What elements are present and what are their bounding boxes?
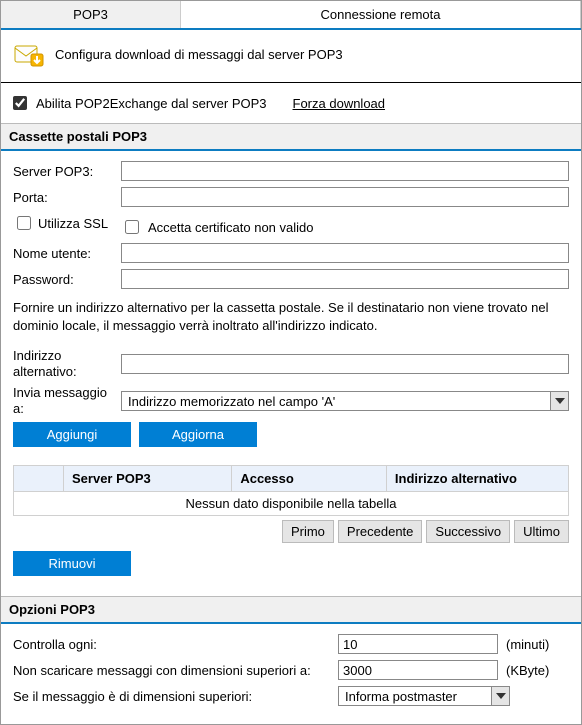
table-empty-message: Nessun dato disponibile nella tabella xyxy=(14,492,568,515)
max-size-input[interactable] xyxy=(338,660,498,680)
send-message-to-select[interactable]: Indirizzo memorizzato nel campo 'A' xyxy=(121,391,569,411)
accept-invalid-cert-label: Accetta certificato non valido xyxy=(148,220,313,235)
table-col-server[interactable]: Server POP3 xyxy=(64,466,232,491)
add-button[interactable]: Aggiungi xyxy=(13,422,131,447)
use-ssl-checkbox[interactable] xyxy=(17,216,31,230)
send-message-to-value: Indirizzo memorizzato nel campo 'A' xyxy=(122,392,550,410)
port-input[interactable] xyxy=(121,187,569,207)
max-size-unit: (KByte) xyxy=(498,663,558,678)
table-col-spacer xyxy=(14,466,64,491)
enable-pop2exchange-checkbox[interactable] xyxy=(13,96,27,110)
alt-address-label: Indirizzo alternativo: xyxy=(13,348,121,379)
pager-next-button[interactable]: Successivo xyxy=(426,520,510,543)
pager-first-button[interactable]: Primo xyxy=(282,520,334,543)
pager-last-button[interactable]: Ultimo xyxy=(514,520,569,543)
tab-pop3[interactable]: POP3 xyxy=(1,1,181,28)
password-input[interactable] xyxy=(121,269,569,289)
table-col-alt-address[interactable]: Indirizzo alternativo xyxy=(387,466,568,491)
options-section-header: Opzioni POP3 xyxy=(1,596,581,624)
pager-prev-button[interactable]: Precedente xyxy=(338,520,423,543)
username-input[interactable] xyxy=(121,243,569,263)
if-larger-value: Informa postmaster xyxy=(339,687,491,705)
accept-invalid-cert-checkbox[interactable] xyxy=(125,220,139,234)
alt-address-info: Fornire un indirizzo alternativo per la … xyxy=(13,299,569,334)
chevron-down-icon[interactable] xyxy=(550,392,568,410)
remove-button[interactable]: Rimuovi xyxy=(13,551,131,576)
check-every-label: Controlla ogni: xyxy=(13,637,338,652)
tab-remote-connection[interactable]: Connessione remota xyxy=(181,1,581,28)
server-pop3-label: Server POP3: xyxy=(13,164,121,179)
check-every-input[interactable] xyxy=(338,634,498,654)
max-size-label: Non scaricare messaggi con dimensioni su… xyxy=(13,663,338,678)
chevron-down-icon[interactable] xyxy=(491,687,509,705)
port-label: Porta: xyxy=(13,190,121,205)
page-title: Configura download di messaggi dal serve… xyxy=(55,47,343,62)
force-download-link[interactable]: Forza download xyxy=(293,96,386,111)
password-label: Password: xyxy=(13,272,121,287)
send-message-to-label: Invia messaggio a: xyxy=(13,385,121,416)
update-button[interactable]: Aggiorna xyxy=(139,422,257,447)
use-ssl-label: Utilizza SSL xyxy=(38,216,108,231)
mail-download-icon xyxy=(13,40,45,68)
username-label: Nome utente: xyxy=(13,246,121,261)
alt-address-input[interactable] xyxy=(121,354,569,374)
check-every-unit: (minuti) xyxy=(498,637,558,652)
mailboxes-section-header: Cassette postali POP3 xyxy=(1,123,581,151)
enable-pop2exchange-label: Abilita POP2Exchange dal server POP3 xyxy=(36,96,267,111)
if-larger-select[interactable]: Informa postmaster xyxy=(338,686,510,706)
table-col-access[interactable]: Accesso xyxy=(232,466,387,491)
mailboxes-table: Server POP3 Accesso Indirizzo alternativ… xyxy=(13,465,569,516)
server-pop3-input[interactable] xyxy=(121,161,569,181)
